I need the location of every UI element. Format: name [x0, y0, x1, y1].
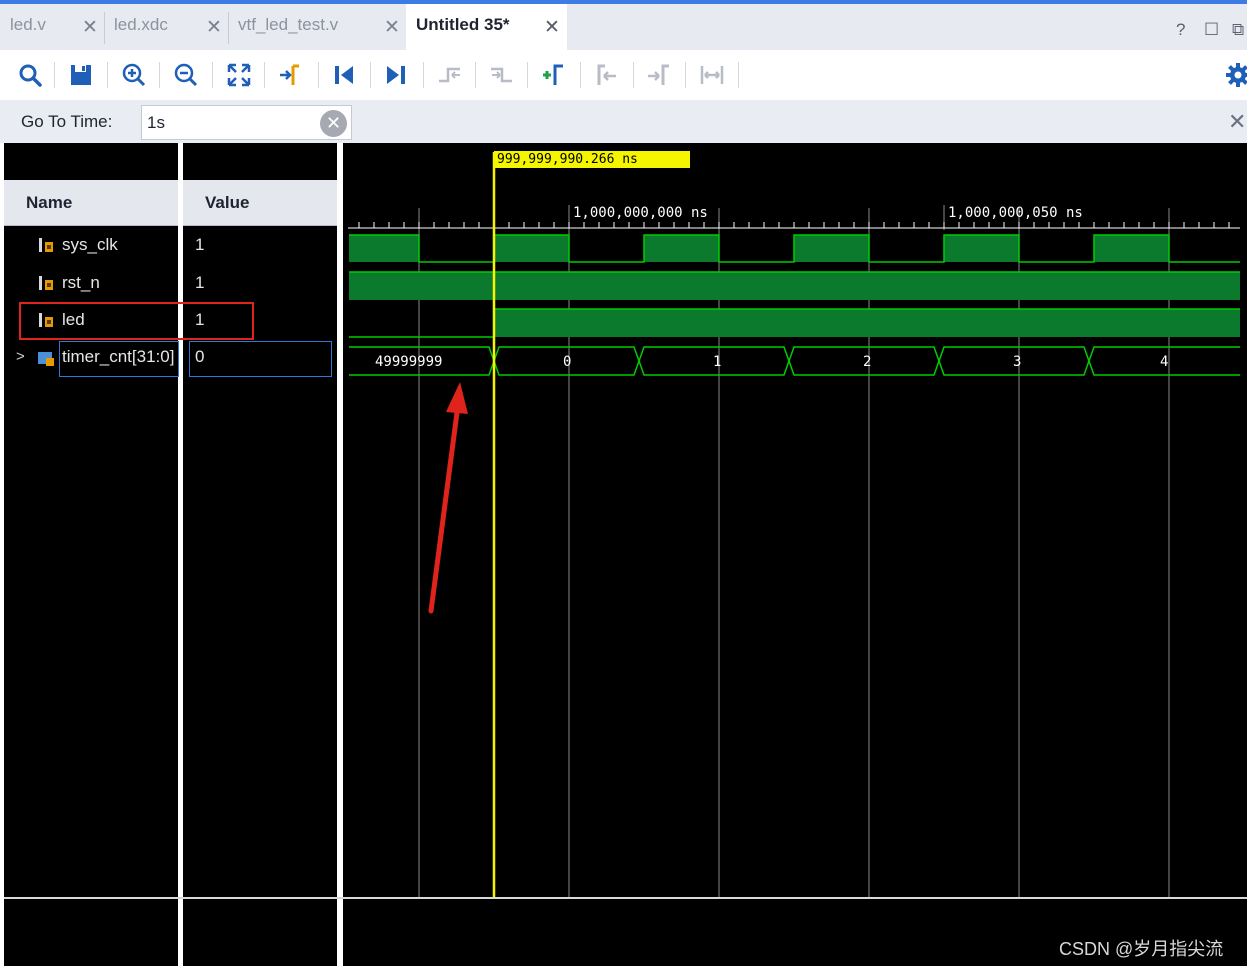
zoom-fit-icon[interactable]: [225, 61, 253, 89]
toolbar-divider: [212, 62, 213, 88]
waveform-toolbar: [0, 50, 1247, 100]
go-to-time-bar: Go To Time:: [0, 100, 1247, 143]
wave-led: [349, 308, 1240, 338]
toolbar-divider: [580, 62, 581, 88]
bus-value-label: 1: [713, 354, 722, 370]
signal-value: 1: [195, 273, 205, 292]
bus-value-label: 3: [1013, 354, 1022, 370]
help-icon[interactable]: ?: [1176, 20, 1185, 40]
toolbar-divider: [738, 62, 739, 88]
ruler-minor-ticks: [358, 222, 1230, 228]
toolbar-divider: [318, 62, 319, 88]
value-column-header[interactable]: Value: [183, 180, 337, 226]
previous-transition-icon[interactable]: [436, 61, 464, 89]
next-marker-icon[interactable]: [645, 61, 673, 89]
wave-rst-n: [349, 271, 1240, 300]
signal-bit-icon: [39, 276, 53, 290]
ruler-tick-label: 1,000,000,000 ns: [573, 205, 708, 221]
annotation-arrow: [428, 382, 468, 614]
bus-value-label: 49999999: [375, 354, 443, 370]
close-icon[interactable]: ✕: [544, 16, 560, 39]
toolbar-divider: [685, 62, 686, 88]
waveform-canvas[interactable]: [343, 143, 1247, 966]
previous-marker-icon[interactable]: [593, 61, 621, 89]
zoom-out-icon[interactable]: [172, 61, 200, 89]
wave-sys-clk: [349, 234, 1240, 263]
bus-value-label: 4: [1160, 354, 1169, 370]
signal-value: 1: [195, 235, 205, 254]
toolbar-divider: [527, 62, 528, 88]
watermark-text: CSDN @岁月指尖流: [1059, 939, 1224, 959]
toolbar-divider: [159, 62, 160, 88]
tab-bar: led.v ✕ led.xdc ✕ vtf_led_test.v ✕ Untit…: [0, 4, 1247, 50]
restore-window-icon[interactable]: ☐: [1204, 20, 1219, 40]
tab-label: Untitled 35*: [416, 15, 510, 34]
go-to-cursor-icon[interactable]: [277, 61, 305, 89]
ruler-tick-label: 1,000,000,050 ns: [948, 205, 1083, 221]
column-splitter[interactable]: [178, 143, 183, 966]
selected-name-outline: [59, 341, 179, 377]
clear-icon[interactable]: ✕: [320, 110, 347, 137]
tab-label: led.v: [10, 15, 46, 34]
tab-untitled-35[interactable]: Untitled 35* ✕: [406, 4, 567, 50]
name-column-header[interactable]: Name: [4, 180, 178, 226]
wave-timer-cnt-bus: [349, 346, 1240, 376]
toolbar-divider: [264, 62, 265, 88]
close-icon[interactable]: ✕: [1228, 109, 1246, 135]
close-icon[interactable]: ✕: [206, 16, 222, 39]
bus-value-label: 2: [863, 354, 872, 370]
next-transition-icon[interactable]: [488, 61, 516, 89]
cursor-time-label: 999,999,990.266 ns: [494, 151, 690, 168]
add-marker-icon[interactable]: [540, 61, 568, 89]
settings-gear-icon[interactable]: [1224, 61, 1247, 89]
selected-value-outline: [189, 341, 332, 377]
signal-name: sys_clk: [62, 235, 118, 254]
go-to-time-label: Go To Time:: [21, 112, 113, 131]
search-icon[interactable]: [16, 61, 44, 89]
go-to-time-zero-icon[interactable]: [330, 61, 358, 89]
signal-bit-icon: [39, 238, 53, 252]
signal-bus-icon: [38, 352, 54, 366]
close-icon[interactable]: ✕: [384, 16, 400, 39]
time-ruler: [348, 222, 1240, 229]
value-column-label: Value: [205, 193, 250, 212]
toolbar-divider: [370, 62, 371, 88]
float-window-icon[interactable]: ⧉: [1232, 20, 1244, 40]
toolbar-divider: [633, 62, 634, 88]
chevron-right-icon[interactable]: >: [16, 348, 25, 365]
tab-vtf-led-test-v[interactable]: vtf_led_test.v ✕: [229, 4, 405, 50]
zoom-in-icon[interactable]: [120, 61, 148, 89]
toolbar-divider: [54, 62, 55, 88]
signal-name: rst_n: [62, 273, 100, 292]
tab-led-xdc[interactable]: led.xdc ✕: [105, 4, 228, 50]
waveform-viewer-window: led.v ✕ led.xdc ✕ vtf_led_test.v ✕ Untit…: [0, 0, 1247, 966]
close-icon[interactable]: ✕: [82, 16, 98, 39]
tab-label: led.xdc: [114, 15, 168, 34]
tab-led-v[interactable]: led.v ✕: [0, 4, 104, 50]
name-column-label: Name: [26, 193, 73, 212]
toolbar-divider: [475, 62, 476, 88]
tab-label: vtf_led_test.v: [238, 15, 339, 34]
swap-cursors-icon[interactable]: [698, 61, 726, 89]
toolbar-divider: [423, 62, 424, 88]
go-to-last-time-icon[interactable]: [382, 61, 410, 89]
annotation-highlight-box: [19, 302, 254, 340]
bus-value-label: 0: [563, 354, 572, 370]
save-icon[interactable]: [67, 61, 95, 89]
toolbar-divider: [107, 62, 108, 88]
